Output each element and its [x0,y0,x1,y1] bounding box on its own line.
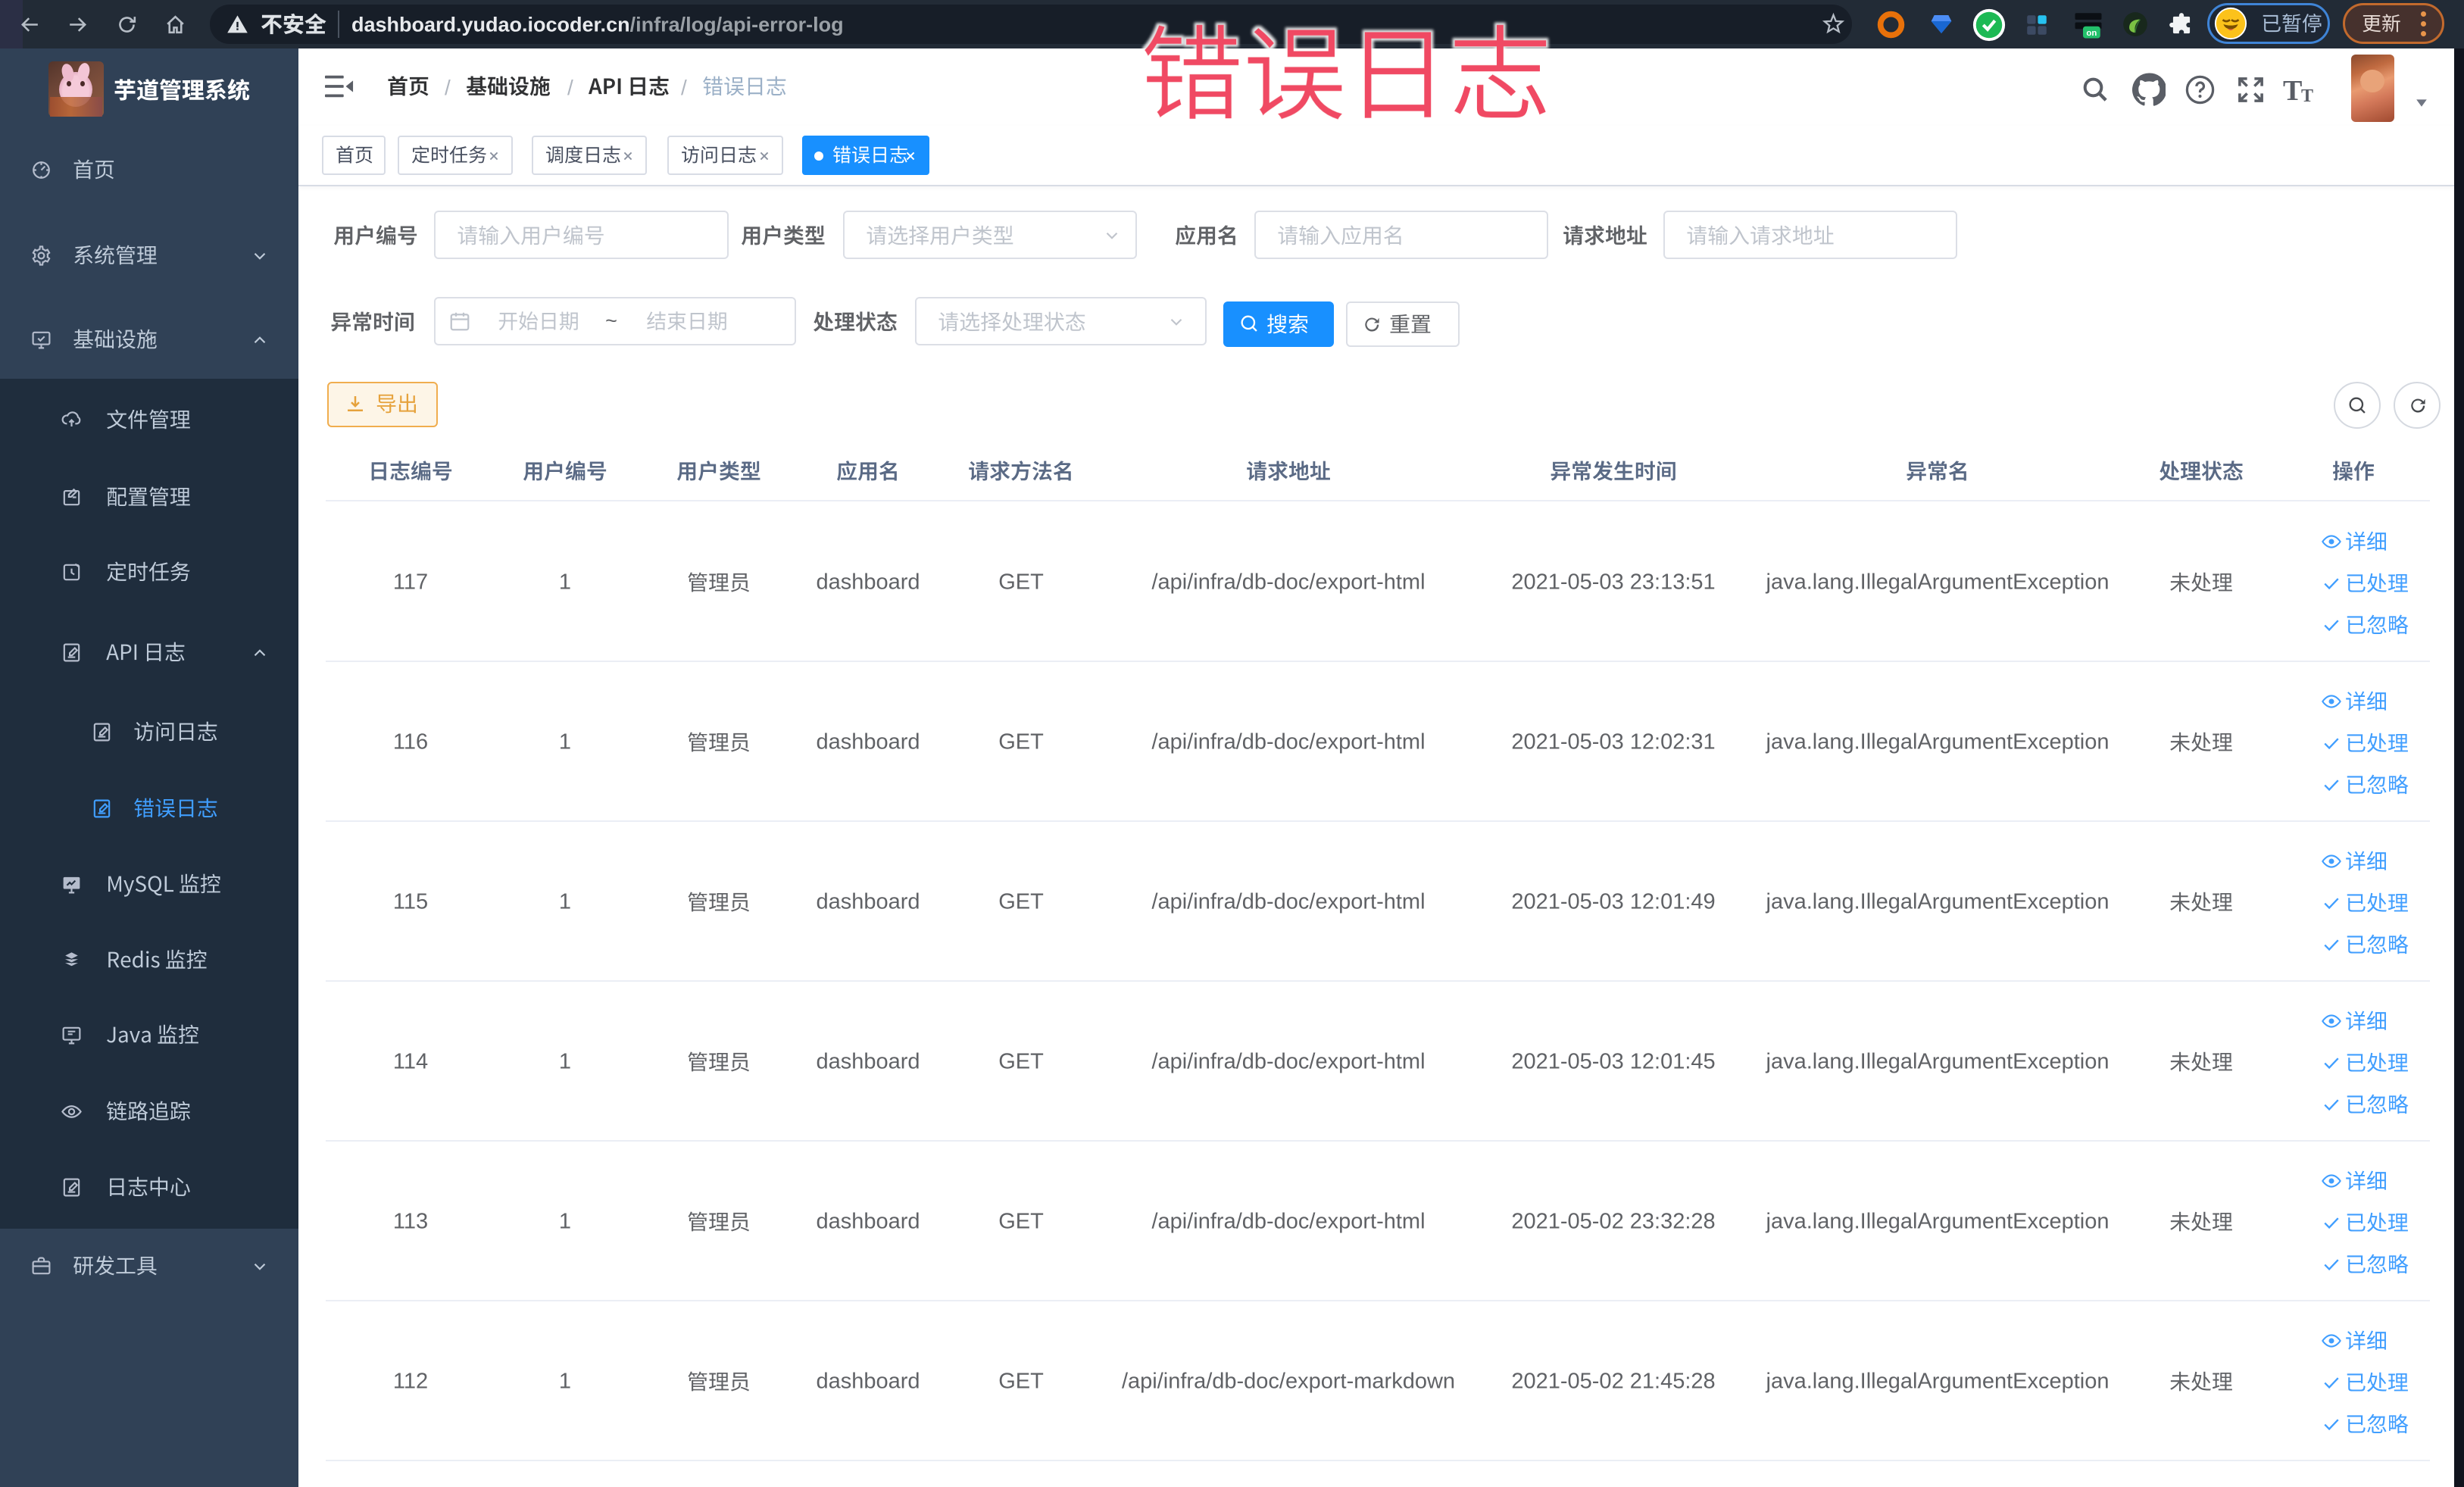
svg-text:T: T [2283,76,2302,106]
svg-text:T: T [2301,86,2313,106]
svg-text:on: on [2086,29,2097,38]
